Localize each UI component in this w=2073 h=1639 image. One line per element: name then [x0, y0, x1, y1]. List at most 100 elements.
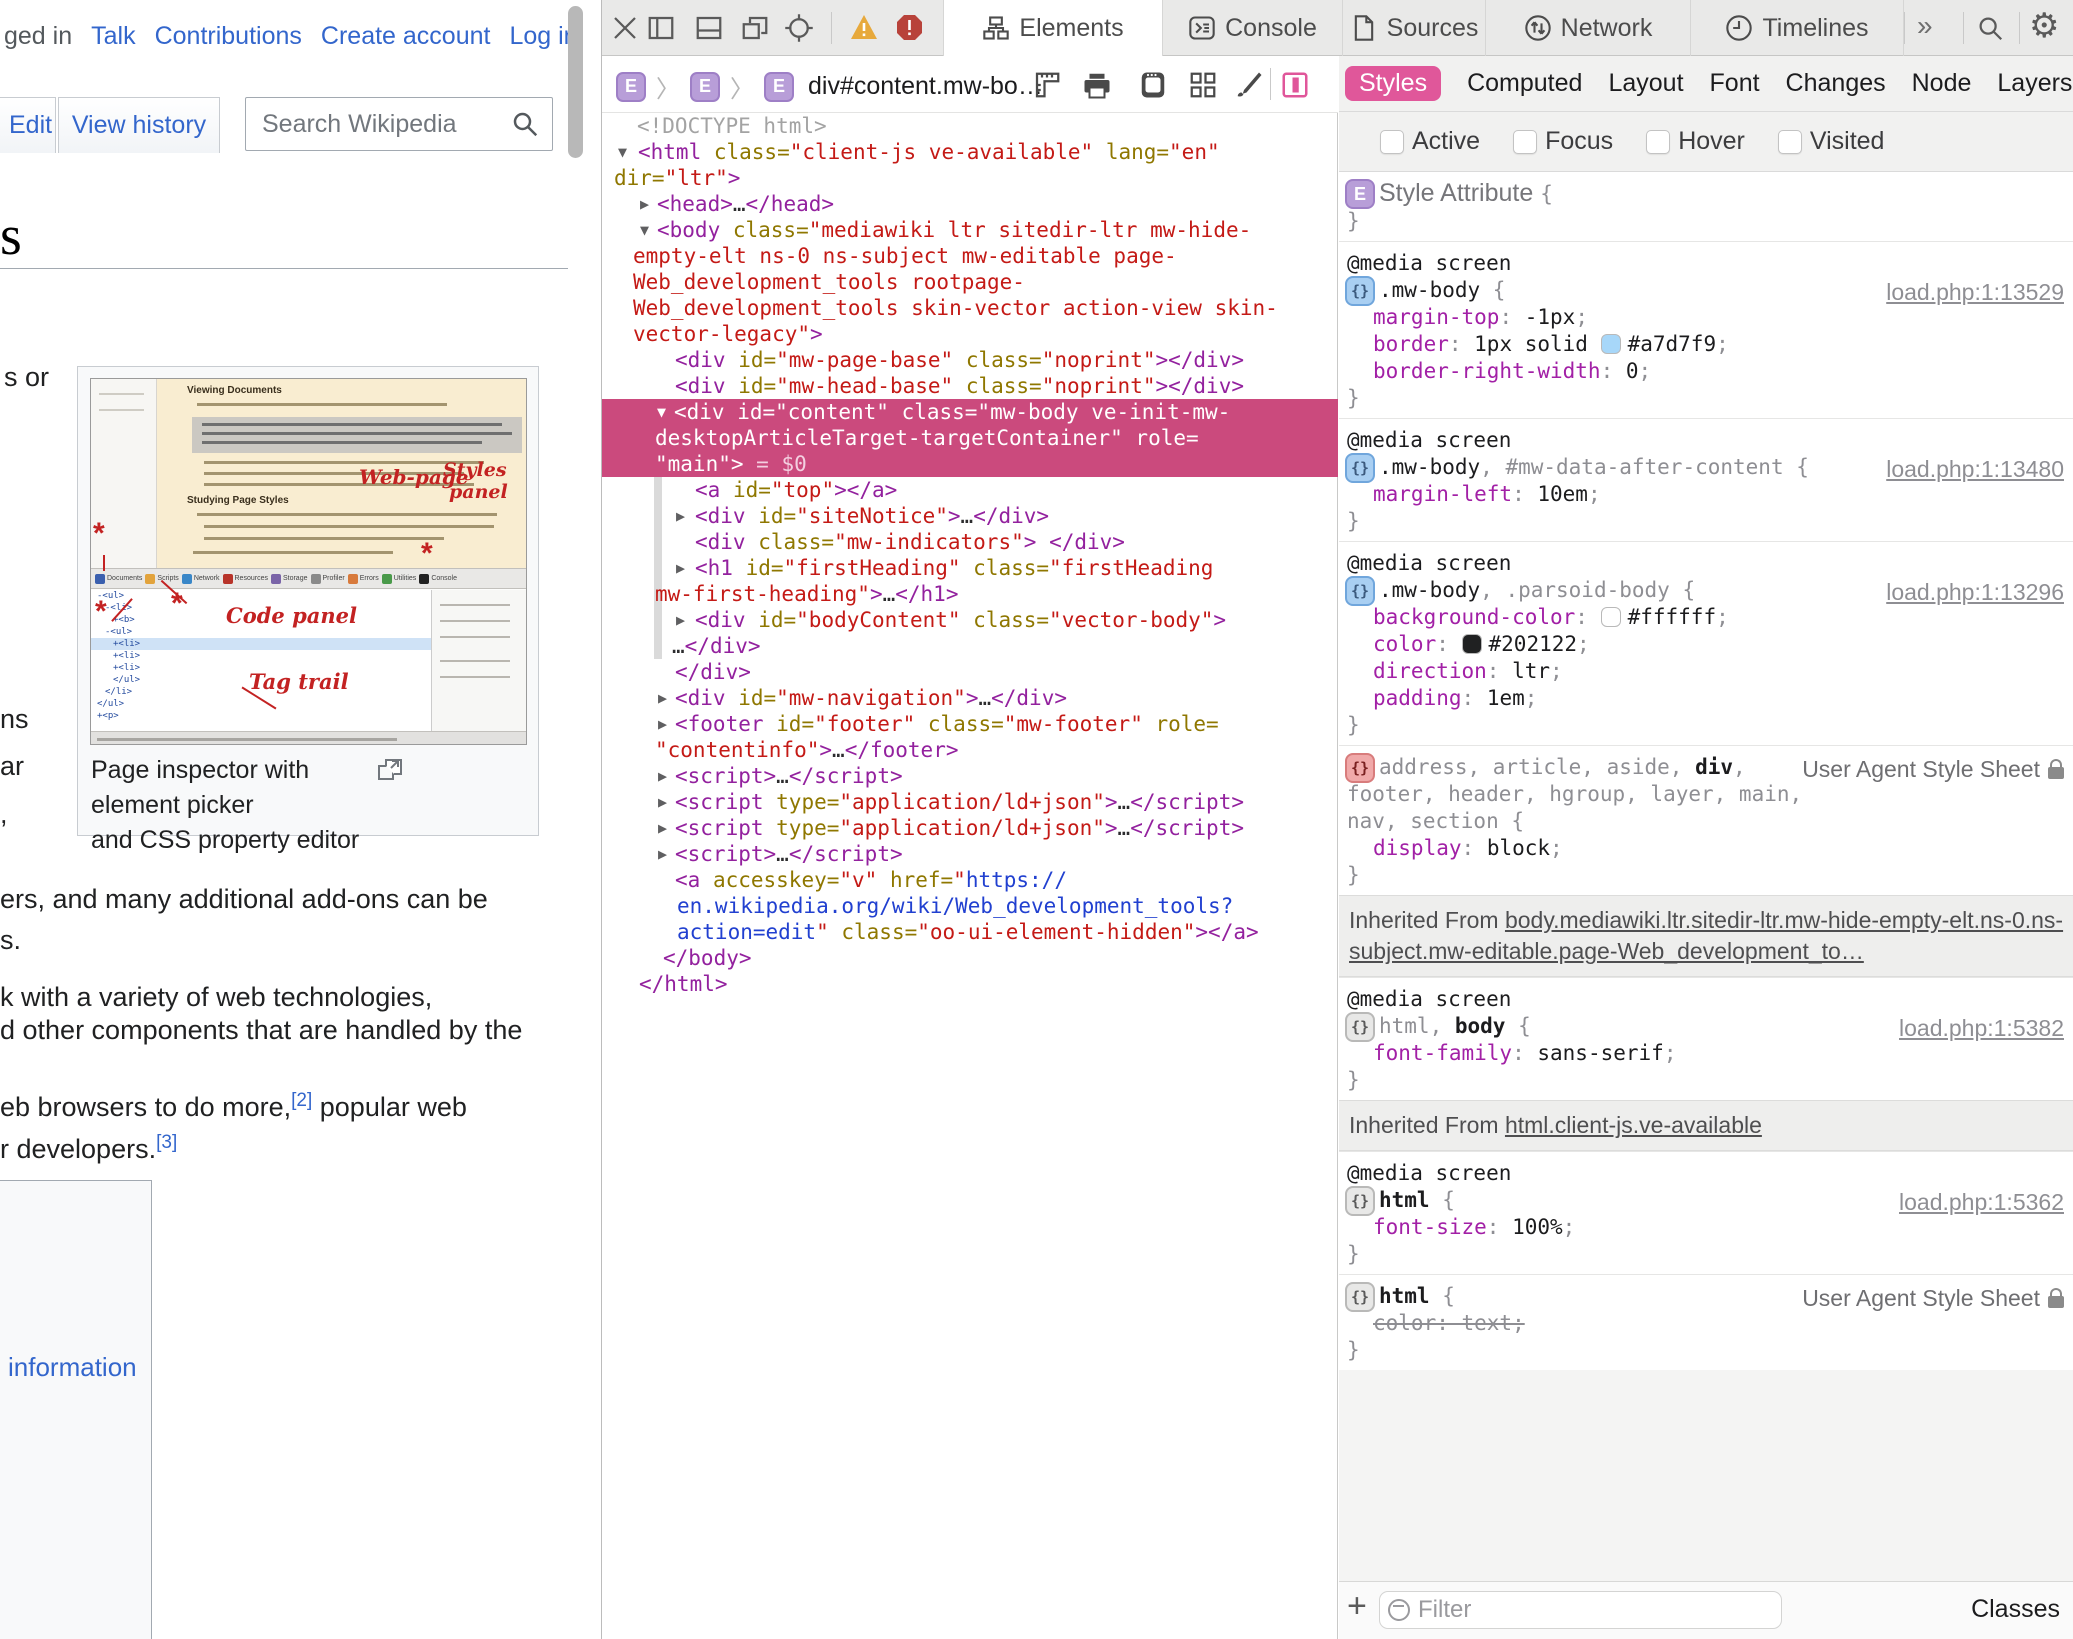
dom-tree-row[interactable]: ▶ <div id="mw-navigation">…</div>	[602, 685, 1338, 711]
expand-triangle-icon[interactable]: ▶	[658, 685, 667, 711]
search-icon[interactable]	[510, 109, 540, 139]
collapse-triangle-icon[interactable]: ▼	[657, 399, 666, 425]
sidebar-tab-font[interactable]: Font	[1710, 69, 1760, 98]
dom-tree-row[interactable]: ▼ <body class="mediawiki ltr sitedir-ltr …	[602, 217, 1338, 243]
dom-tree-row[interactable]: <div id="mw-head-base" class="noprint"><…	[602, 373, 1338, 399]
expand-triangle-icon[interactable]: ▶	[676, 503, 685, 529]
personal-link[interactable]: Create account	[321, 22, 491, 51]
expand-triangle-icon[interactable]: ▶	[676, 555, 685, 581]
classes-toggle-button[interactable]: Classes	[1971, 1595, 2060, 1624]
personal-link[interactable]: Contributions	[155, 22, 302, 51]
color-swatch[interactable]	[1600, 334, 1621, 354]
figure-image[interactable]: Viewing Documents Studying Page Styles W…	[90, 378, 527, 745]
sidebar-tab-node[interactable]: Node	[1912, 69, 1972, 98]
close-icon[interactable]	[610, 13, 640, 43]
inspector-tab-sources[interactable]: Sources	[1343, 0, 1486, 56]
css-property[interactable]: border: 1px solid #a7d7f9;	[1339, 331, 2073, 358]
dom-tree-row[interactable]: Web_development_tools rootpage-	[602, 269, 1338, 295]
enlarge-icon[interactable]	[378, 759, 402, 781]
sidebar-tab-styles[interactable]: Styles	[1345, 66, 1442, 101]
expand-triangle-icon[interactable]: ▶	[640, 191, 649, 217]
css-selector-line[interactable]: {} load.php:1:13529 .mw-body {	[1339, 276, 2073, 306]
dom-tree-row[interactable]: ▼ <html class="client-js ve-available" la…	[602, 139, 1338, 165]
css-property[interactable]: background-color: #ffffff;	[1339, 604, 2073, 631]
settings-gear-icon[interactable]: ⚙	[2029, 6, 2059, 46]
expand-triangle-icon[interactable]: ▶	[658, 841, 667, 867]
checkbox[interactable]	[1513, 129, 1538, 154]
tab-view-history[interactable]: View history	[58, 97, 220, 153]
dom-tree-row[interactable]: ▶ <footer id="footer" class="mw-footer" r…	[602, 711, 1338, 737]
print-icon[interactable]	[1082, 70, 1112, 100]
inherited-node-link[interactable]: html.client-js.ve-available	[1505, 1112, 1762, 1138]
error-icon[interactable]	[896, 14, 926, 44]
sidebar-tab-computed[interactable]: Computed	[1467, 69, 1582, 98]
pseudo-toggle-visited[interactable]: Visited	[1777, 127, 1884, 156]
dom-tree-row[interactable]: <!DOCTYPE html>	[602, 113, 1338, 139]
search-input[interactable]: Search Wikipedia	[245, 97, 553, 151]
dom-tree-row[interactable]: Web_development_tools skin-vector action…	[602, 295, 1338, 321]
css-selector-line[interactable]: {} load.php:1:5382 html, body {	[1339, 1012, 2073, 1042]
css-selector-line[interactable]: footer, header, hgroup, layer, main, nav…	[1339, 781, 2073, 835]
css-property[interactable]: margin-top: -1px;	[1339, 304, 2073, 331]
css-property[interactable]: color: #202122;	[1339, 631, 2073, 658]
inspector-tab-console[interactable]: Console	[1163, 0, 1343, 56]
stylesheet-source-link[interactable]: load.php:1:13480	[1886, 456, 2064, 483]
infobox-information-link[interactable]: information	[8, 1352, 137, 1383]
dom-tree-row[interactable]: ▼ <div id="content" class="mw-body ve-ini…	[602, 399, 1338, 425]
filter-input[interactable]: Filter	[1379, 1591, 1782, 1629]
expand-triangle-icon[interactable]: ▶	[658, 711, 667, 737]
sidebar-tab-layout[interactable]: Layout	[1608, 69, 1683, 98]
dom-tree-row[interactable]: vector-legacy">	[602, 321, 1338, 347]
dom-tree-row[interactable]: "main"> = $0	[602, 451, 1338, 477]
dock-side-icon[interactable]	[646, 13, 676, 43]
device-frame-icon[interactable]	[1138, 70, 1168, 100]
dom-tree-row[interactable]: ▶ <h1 id="firstHeading" class="firstHeadi…	[602, 555, 1338, 581]
inspector-tab-network[interactable]: Network	[1486, 0, 1691, 56]
collapse-triangle-icon[interactable]: ▼	[618, 139, 627, 165]
dom-tree-row[interactable]: "contentinfo">…</footer>	[602, 737, 1338, 763]
sidebar-tab-layers[interactable]: Layers	[1997, 69, 2072, 98]
detach-window-icon[interactable]	[740, 13, 770, 43]
collapse-triangle-icon[interactable]: ▼	[640, 217, 649, 243]
dom-tree-row[interactable]: ▶ <div id="bodyContent" class="vector-bod…	[602, 607, 1338, 633]
reference-link[interactable]: [3]	[156, 1132, 177, 1153]
dom-tree-row[interactable]: desktopArticleTarget-targetContainer" ro…	[602, 425, 1338, 451]
dom-tree-row[interactable]: ▶ <script>…</script>	[602, 763, 1338, 789]
paintbrush-icon[interactable]	[1234, 70, 1264, 100]
css-property[interactable]: direction: ltr;	[1339, 658, 2073, 685]
css-property[interactable]: font-family: sans-serif;	[1339, 1040, 2073, 1067]
checkbox[interactable]	[1380, 129, 1404, 154]
selected-node-breadcrumb[interactable]: div#content.mw-bo…	[808, 72, 1043, 101]
expand-triangle-icon[interactable]: ▶	[658, 789, 667, 815]
expand-triangle-icon[interactable]: ▶	[658, 815, 667, 841]
stylesheet-source-link[interactable]: load.php:1:13296	[1886, 579, 2064, 606]
new-rule-button[interactable]: +	[1347, 1587, 1367, 1626]
dom-tree-row[interactable]: </html>	[602, 971, 1338, 997]
dom-tree-row[interactable]: mw-first-heading">…</h1>	[602, 581, 1338, 607]
overflow-tabs-icon[interactable]: »	[1917, 10, 1933, 42]
dom-tree-row[interactable]: <div id="mw-page-base" class="noprint"><…	[602, 347, 1338, 373]
css-selector-line[interactable]: {} load.php:1:13480 .mw-body, #mw-data-aft…	[1339, 453, 2073, 483]
element-badge[interactable]: E	[690, 71, 720, 102]
inspector-tab-timelines[interactable]: Timelines	[1691, 0, 1904, 56]
dom-tree-row[interactable]: ▶ <script>…</script>	[602, 841, 1338, 867]
css-property[interactable]: border-right-width: 0;	[1339, 358, 2073, 385]
search-icon[interactable]	[1975, 13, 2005, 43]
dom-tree-row[interactable]: <a accesskey="v" href="https://	[602, 867, 1338, 893]
dom-tree-row[interactable]: <div class="mw-indicators"> </div>	[602, 529, 1338, 555]
css-selector-line[interactable]: {} User Agent Style Sheet address, article…	[1339, 753, 2073, 783]
element-badge[interactable]: E	[764, 71, 794, 102]
color-swatch[interactable]	[1461, 634, 1482, 654]
expand-triangle-icon[interactable]: ▶	[658, 763, 667, 789]
dom-tree-row[interactable]: ▶ <script type="application/ld+json">…</s…	[602, 789, 1338, 815]
pseudo-toggle-focus[interactable]: Focus	[1513, 127, 1613, 156]
dom-tree-row[interactable]: ▶ <script type="application/ld+json">…</s…	[602, 815, 1338, 841]
ruler-icon[interactable]	[1032, 70, 1062, 100]
element-picker-icon[interactable]	[784, 13, 814, 43]
tab-edit[interactable]: Edit	[0, 97, 56, 153]
sidebar-tab-changes[interactable]: Changes	[1786, 69, 1886, 98]
grid-overlay-icon[interactable]	[1188, 70, 1218, 100]
reference-link[interactable]: [2]	[291, 1090, 312, 1111]
dom-tree-row[interactable]: empty-elt ns-0 ns-subject mw-editable pa…	[602, 243, 1338, 269]
color-swatch[interactable]	[1600, 607, 1621, 627]
